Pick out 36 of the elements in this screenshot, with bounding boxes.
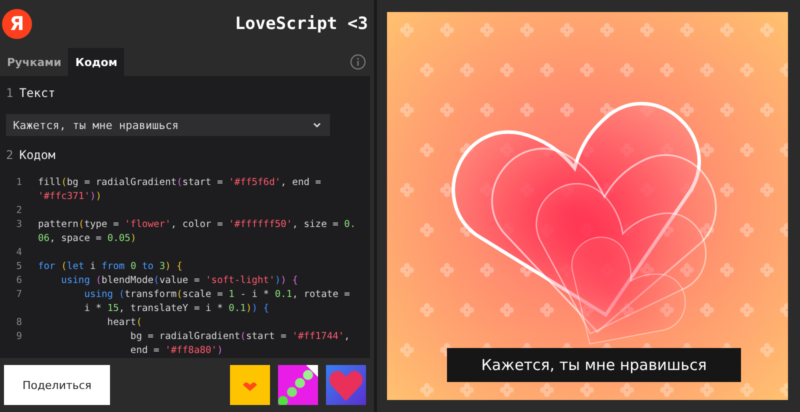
chevron-down-icon <box>313 122 321 128</box>
caption-text: Кажется, ты мне нравишься <box>447 348 741 382</box>
code-line: fill(bg = radialGradient(start = '#ff5f6d', end = <box>38 176 322 190</box>
section-number: 2 <box>6 148 14 162</box>
section-title: Кодом <box>19 148 56 162</box>
code-line: heart( <box>106 316 142 330</box>
line-number: 1 <box>16 177 22 188</box>
line-number: 7 <box>16 289 22 300</box>
preset-thumbnail[interactable] <box>230 365 270 405</box>
line-number: 8 <box>16 317 22 328</box>
code-line: end = '#ff8a80') <box>129 344 223 358</box>
code-line: i * 15, translateY = i * 0.1)) { <box>83 302 270 316</box>
section-title: Текст <box>19 86 56 100</box>
line-number: 6 <box>16 275 22 286</box>
info-icon[interactable] <box>350 54 366 70</box>
code-line: using (blendMode(value = 'soft-light')) { <box>60 274 298 288</box>
app-title: LoveScript <3 <box>234 14 368 34</box>
code-line: 06, space = 0.05) <box>38 232 136 246</box>
line-number: 2 <box>16 205 22 216</box>
tab[interactable]: Кодом <box>68 48 124 76</box>
code-line: for (let i from 0 to 3) { <box>38 260 182 274</box>
logo-icon: Я <box>2 9 32 39</box>
code-line: pattern(type = 'flower', color = '#ffffff50', size = 0. <box>38 218 356 232</box>
line-number: 3 <box>16 219 22 230</box>
line-number: 5 <box>16 261 22 272</box>
code-line: bg = radialGradient(start = '#ff1744', <box>129 330 350 344</box>
line-number: 9 <box>16 331 22 342</box>
code-line: using (transform(scale = 1 - i * 0.1, rotate = <box>83 288 350 302</box>
preset-thumbnail[interactable] <box>278 365 318 405</box>
preset-thumbnail[interactable] <box>326 365 366 405</box>
share-button[interactable]: Поделиться <box>4 365 110 405</box>
section-number: 1 <box>6 86 14 100</box>
text-dropdown[interactable]: Кажется, ты мне нравишься <box>6 114 330 136</box>
code-line: '#ffc371')) <box>38 190 102 204</box>
tab[interactable]: Ручками <box>0 48 68 76</box>
line-number: 4 <box>16 247 22 258</box>
